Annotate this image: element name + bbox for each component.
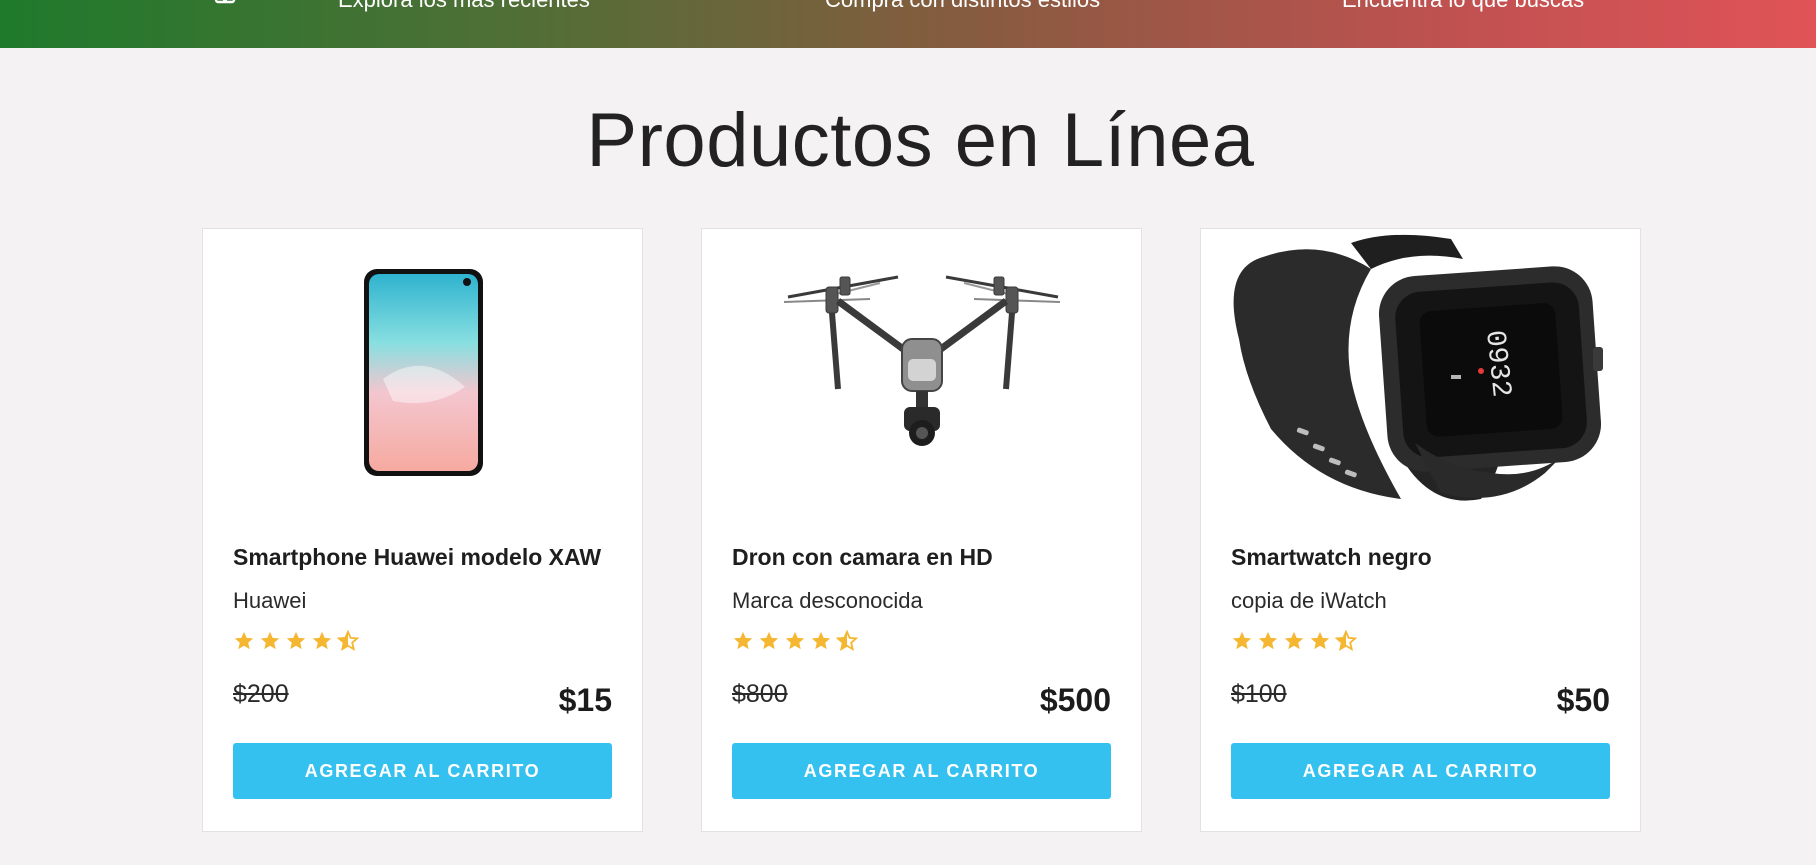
star-half-icon: [836, 630, 858, 652]
rating-stars: [732, 630, 858, 652]
star-icon: [1258, 631, 1278, 650]
rating-stars: [233, 630, 359, 652]
star-icon: [1284, 631, 1304, 650]
product-card: Smartphone Huawei modelo XAW Huawei $200…: [202, 228, 643, 832]
user-icon: [707, 0, 731, 16]
smartwatch-image[interactable]: 0932: [1201, 229, 1640, 529]
star-icon: [733, 631, 753, 650]
star-icon: [785, 631, 805, 650]
star-icon: [234, 631, 254, 650]
old-price: $800: [732, 680, 788, 708]
top-banner: Explora los más recientes Compra con dis…: [0, 0, 1816, 48]
product-name[interactable]: Dron con camara en HD: [732, 543, 993, 571]
product-brand: Huawei: [233, 588, 307, 613]
star-icon: [1232, 631, 1252, 650]
banner-text-1: Explora los más recientes: [338, 0, 590, 12]
add-to-cart-button[interactable]: AGREGAR AL CARRITO: [732, 743, 1111, 799]
product-brand: Marca desconocida: [732, 588, 923, 613]
star-half-icon: [1335, 630, 1357, 652]
old-price: $100: [1231, 680, 1287, 708]
star-icon: [312, 631, 332, 650]
star-icon: [1310, 631, 1330, 650]
banner-text-2: Compra con distintos estilos: [825, 0, 1100, 12]
product-card: Dron con camara en HD Marca desconocida …: [701, 228, 1142, 832]
product-name[interactable]: Smartphone Huawei modelo XAW: [233, 543, 601, 571]
banner-text-3: Encuentra lo que buscas: [1342, 0, 1584, 12]
page-title: Productos en Línea: [586, 98, 1255, 183]
price: $15: [558, 682, 612, 718]
product-brand: copia de iWatch: [1231, 588, 1387, 613]
old-price: $200: [233, 680, 289, 708]
add-to-cart-button[interactable]: AGREGAR AL CARRITO: [1231, 743, 1610, 799]
star-icon: [759, 631, 779, 650]
smartphone-image[interactable]: [203, 229, 642, 529]
star-icon: [260, 631, 280, 650]
search-icon: [1207, 0, 1231, 16]
star-icon: [286, 631, 306, 650]
price: $50: [1556, 682, 1610, 718]
rating-stars: [1231, 630, 1357, 652]
price: $500: [1039, 682, 1111, 718]
product-card: 0932 Smartwatch negro copia de iWatch $1…: [1200, 228, 1641, 832]
drone-image[interactable]: [702, 229, 1141, 529]
star-icon: [811, 631, 831, 650]
gift-icon: [214, 0, 236, 4]
product-name[interactable]: Smartwatch negro: [1231, 543, 1432, 571]
add-to-cart-button[interactable]: AGREGAR AL CARRITO: [233, 743, 612, 799]
star-half-icon: [337, 630, 359, 652]
